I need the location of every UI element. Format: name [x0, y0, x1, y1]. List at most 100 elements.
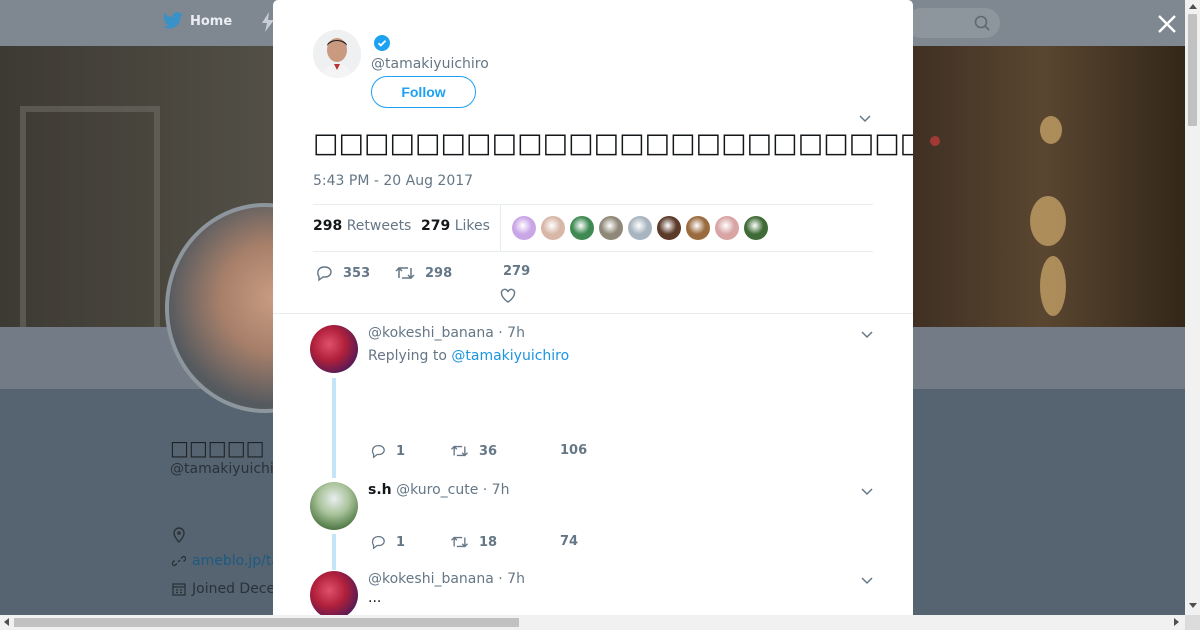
- likes-label: Likes: [454, 218, 490, 234]
- reply-snippet: ...: [368, 590, 382, 606]
- replying-to: Replying to @tamakiyuichiro: [368, 348, 569, 364]
- scroll-down-arrow[interactable]: [1189, 603, 1197, 608]
- vertical-scrollbar[interactable]: [1185, 0, 1200, 617]
- twitter-bird-icon: [162, 12, 183, 29]
- tweet-timestamp[interactable]: 5:43 PM - 20 Aug 2017: [313, 173, 473, 189]
- like-action[interactable]: 74: [560, 534, 578, 549]
- retweet-action[interactable]: 18: [450, 534, 497, 550]
- retweet-action[interactable]: 36: [450, 443, 497, 459]
- retweet-count: 18: [479, 534, 498, 550]
- reply-count: 353: [343, 265, 371, 281]
- reply-avatar[interactable]: [310, 325, 358, 373]
- retweet-count: 36: [479, 443, 498, 459]
- thread-line: [332, 534, 336, 570]
- reply-handle[interactable]: @kokeshi_banana: [368, 571, 494, 587]
- retweet-icon: [451, 536, 468, 548]
- profile-link[interactable]: ameblo.jp/ta: [172, 553, 280, 569]
- joined-text: Joined Dece: [192, 581, 276, 597]
- replying-prefix: Replying to: [368, 348, 447, 364]
- reply-actions: 1 18 74: [368, 534, 668, 554]
- reply-display-name[interactable]: s.h: [368, 482, 392, 498]
- like-action[interactable]: 106: [560, 443, 587, 458]
- reply-handle[interactable]: @kuro_cute: [396, 482, 478, 498]
- location-icon: [173, 527, 185, 543]
- likes-count: 279: [421, 218, 451, 234]
- like-count: 106: [560, 443, 588, 458]
- reply-actions: 1 36 106: [368, 443, 668, 463]
- author-avatar[interactable]: [313, 30, 361, 78]
- retweets-count: 298: [313, 218, 343, 234]
- liker-avatar[interactable]: [686, 216, 710, 240]
- liker-avatar[interactable]: [628, 216, 652, 240]
- reply-handle[interactable]: @kokeshi_banana: [368, 325, 494, 341]
- heart-icon[interactable]: [500, 288, 516, 304]
- scroll-up-arrow[interactable]: [1189, 4, 1197, 9]
- stats-separator: [500, 205, 501, 251]
- profile-name-text: □□□□□: [170, 436, 265, 460]
- scroll-right-arrow[interactable]: [1174, 618, 1179, 626]
- retweet-icon: [395, 266, 415, 280]
- liker-avatar[interactable]: [657, 216, 681, 240]
- reply-icon: [371, 536, 385, 550]
- search-icon: [974, 15, 990, 31]
- reply-header: @kokeshi_banana · 7h: [368, 325, 525, 341]
- search-box[interactable]: [906, 8, 1000, 38]
- liker-avatar[interactable]: [512, 216, 536, 240]
- reply-time[interactable]: · 7h: [483, 482, 510, 498]
- thread-line: [332, 378, 336, 478]
- vertical-scroll-thumb[interactable]: [1188, 14, 1197, 126]
- tweet-stats: 298 Retweets 279 Likes: [313, 204, 873, 252]
- scrollbar-corner: [1185, 615, 1200, 630]
- reply-count: 1: [396, 443, 406, 459]
- reply-action[interactable]: 353: [315, 264, 370, 282]
- reply-header: s.h @kuro_cute · 7h: [368, 482, 509, 498]
- author-photo: [313, 30, 361, 78]
- liker-avatar[interactable]: [744, 216, 768, 240]
- like-count: 279: [503, 264, 531, 279]
- liker-avatar[interactable]: [715, 216, 739, 240]
- profile-link-text[interactable]: ameblo.jp/ta: [192, 553, 280, 569]
- liker-avatar[interactable]: [570, 216, 594, 240]
- chevron-down-icon[interactable]: [861, 328, 873, 340]
- tweet-modal: @tamakiyuichiro Follow □□□□□□□□□□□□□□□□□…: [273, 0, 913, 617]
- reply-action[interactable]: 1: [370, 534, 405, 550]
- replies-divider: [273, 313, 913, 314]
- profile-joined: Joined Dece: [172, 581, 275, 597]
- retweet-icon: [451, 445, 468, 457]
- profile-name: □□□□□: [170, 436, 264, 460]
- chevron-down-icon[interactable]: [859, 112, 871, 124]
- tweet-text: □□□□□□□□□□□□□□□□□□□□□□□□□□□□□□□□□□□□□□□□…: [313, 128, 913, 159]
- like-action[interactable]: 279: [503, 264, 530, 279]
- calendar-icon: [172, 583, 186, 596]
- nav-home[interactable]: Home: [162, 12, 232, 30]
- reply-avatar[interactable]: [310, 482, 358, 530]
- follow-button[interactable]: Follow: [371, 76, 476, 108]
- horizontal-scroll-thumb[interactable]: [14, 618, 519, 627]
- liker-avatar[interactable]: [541, 216, 565, 240]
- reply-time[interactable]: · 7h: [498, 571, 525, 587]
- chevron-down-icon[interactable]: [861, 574, 873, 586]
- nav-home-label: Home: [190, 13, 233, 29]
- retweet-action[interactable]: 298: [395, 264, 452, 282]
- retweets-stat[interactable]: 298 Retweets: [313, 218, 411, 234]
- tweet-actions: 353 298 279: [313, 262, 873, 308]
- reply-count: 1: [396, 534, 406, 550]
- liker-avatar[interactable]: [599, 216, 623, 240]
- reply-icon: [317, 266, 332, 282]
- chevron-down-icon[interactable]: [861, 485, 873, 497]
- reply-avatar[interactable]: [310, 571, 358, 617]
- replying-to-link[interactable]: @tamakiyuichiro: [451, 348, 569, 364]
- verified-badge-icon: [374, 35, 390, 51]
- author-handle[interactable]: @tamakiyuichiro: [371, 56, 489, 72]
- horizontal-scrollbar[interactable]: [0, 615, 1185, 630]
- reply-action[interactable]: 1: [370, 443, 405, 459]
- retweets-label: Retweets: [346, 218, 412, 234]
- likes-stat[interactable]: 279 Likes: [421, 218, 490, 234]
- reply-time[interactable]: · 7h: [498, 325, 525, 341]
- link-icon: [172, 555, 186, 567]
- scroll-left-arrow[interactable]: [4, 618, 9, 626]
- retweet-count: 298: [425, 265, 453, 281]
- reply-header: @kokeshi_banana · 7h: [368, 571, 525, 587]
- close-icon[interactable]: [1155, 12, 1179, 36]
- profile-handle: @tamakiyuichi: [170, 461, 274, 477]
